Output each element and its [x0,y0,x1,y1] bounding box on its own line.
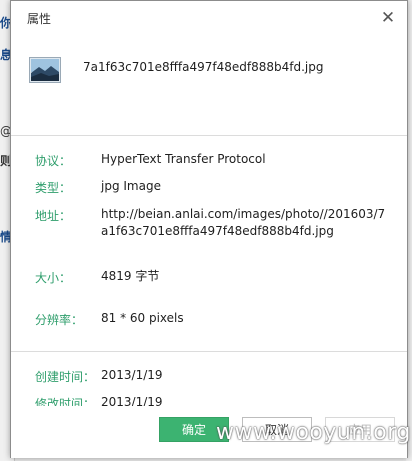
resolution-value: 81 * 60 pixels [101,311,184,325]
section-divider [11,351,407,352]
close-icon[interactable]: ✕ [377,7,399,29]
watermark-text: www.wooyun.org [216,420,411,445]
protocol-label: 协议： [35,154,72,168]
type-label: 类型： [35,181,72,195]
address-value: http://beian.anlai.com/images/photo//201… [101,207,386,238]
dialog-title: 属性 [27,12,52,26]
resolution-label: 分辨率： [35,313,84,327]
type-value: jpg Image [101,179,161,193]
address-label: 地址： [35,209,72,223]
size-label: 大小： [35,271,72,285]
image-file-icon [29,57,61,83]
created-value: 2013/1/19 [101,368,163,382]
protocol-value: HyperText Transfer Protocol [101,152,266,166]
file-name: 7a1f63c701e8fffa497f48edf888b4fd.jpg [83,60,324,74]
size-value: 4819 字节 [101,269,160,283]
properties-dialog: 属性 ✕ 7a1f63c701e8fffa497f48edf888b4fd.jp… [10,0,408,458]
dialog-titlebar[interactable]: 属性 ✕ [11,1,407,35]
created-label: 创建时间： [35,370,96,384]
file-header: 7a1f63c701e8fffa497f48edf888b4fd.jpg [11,35,407,136]
